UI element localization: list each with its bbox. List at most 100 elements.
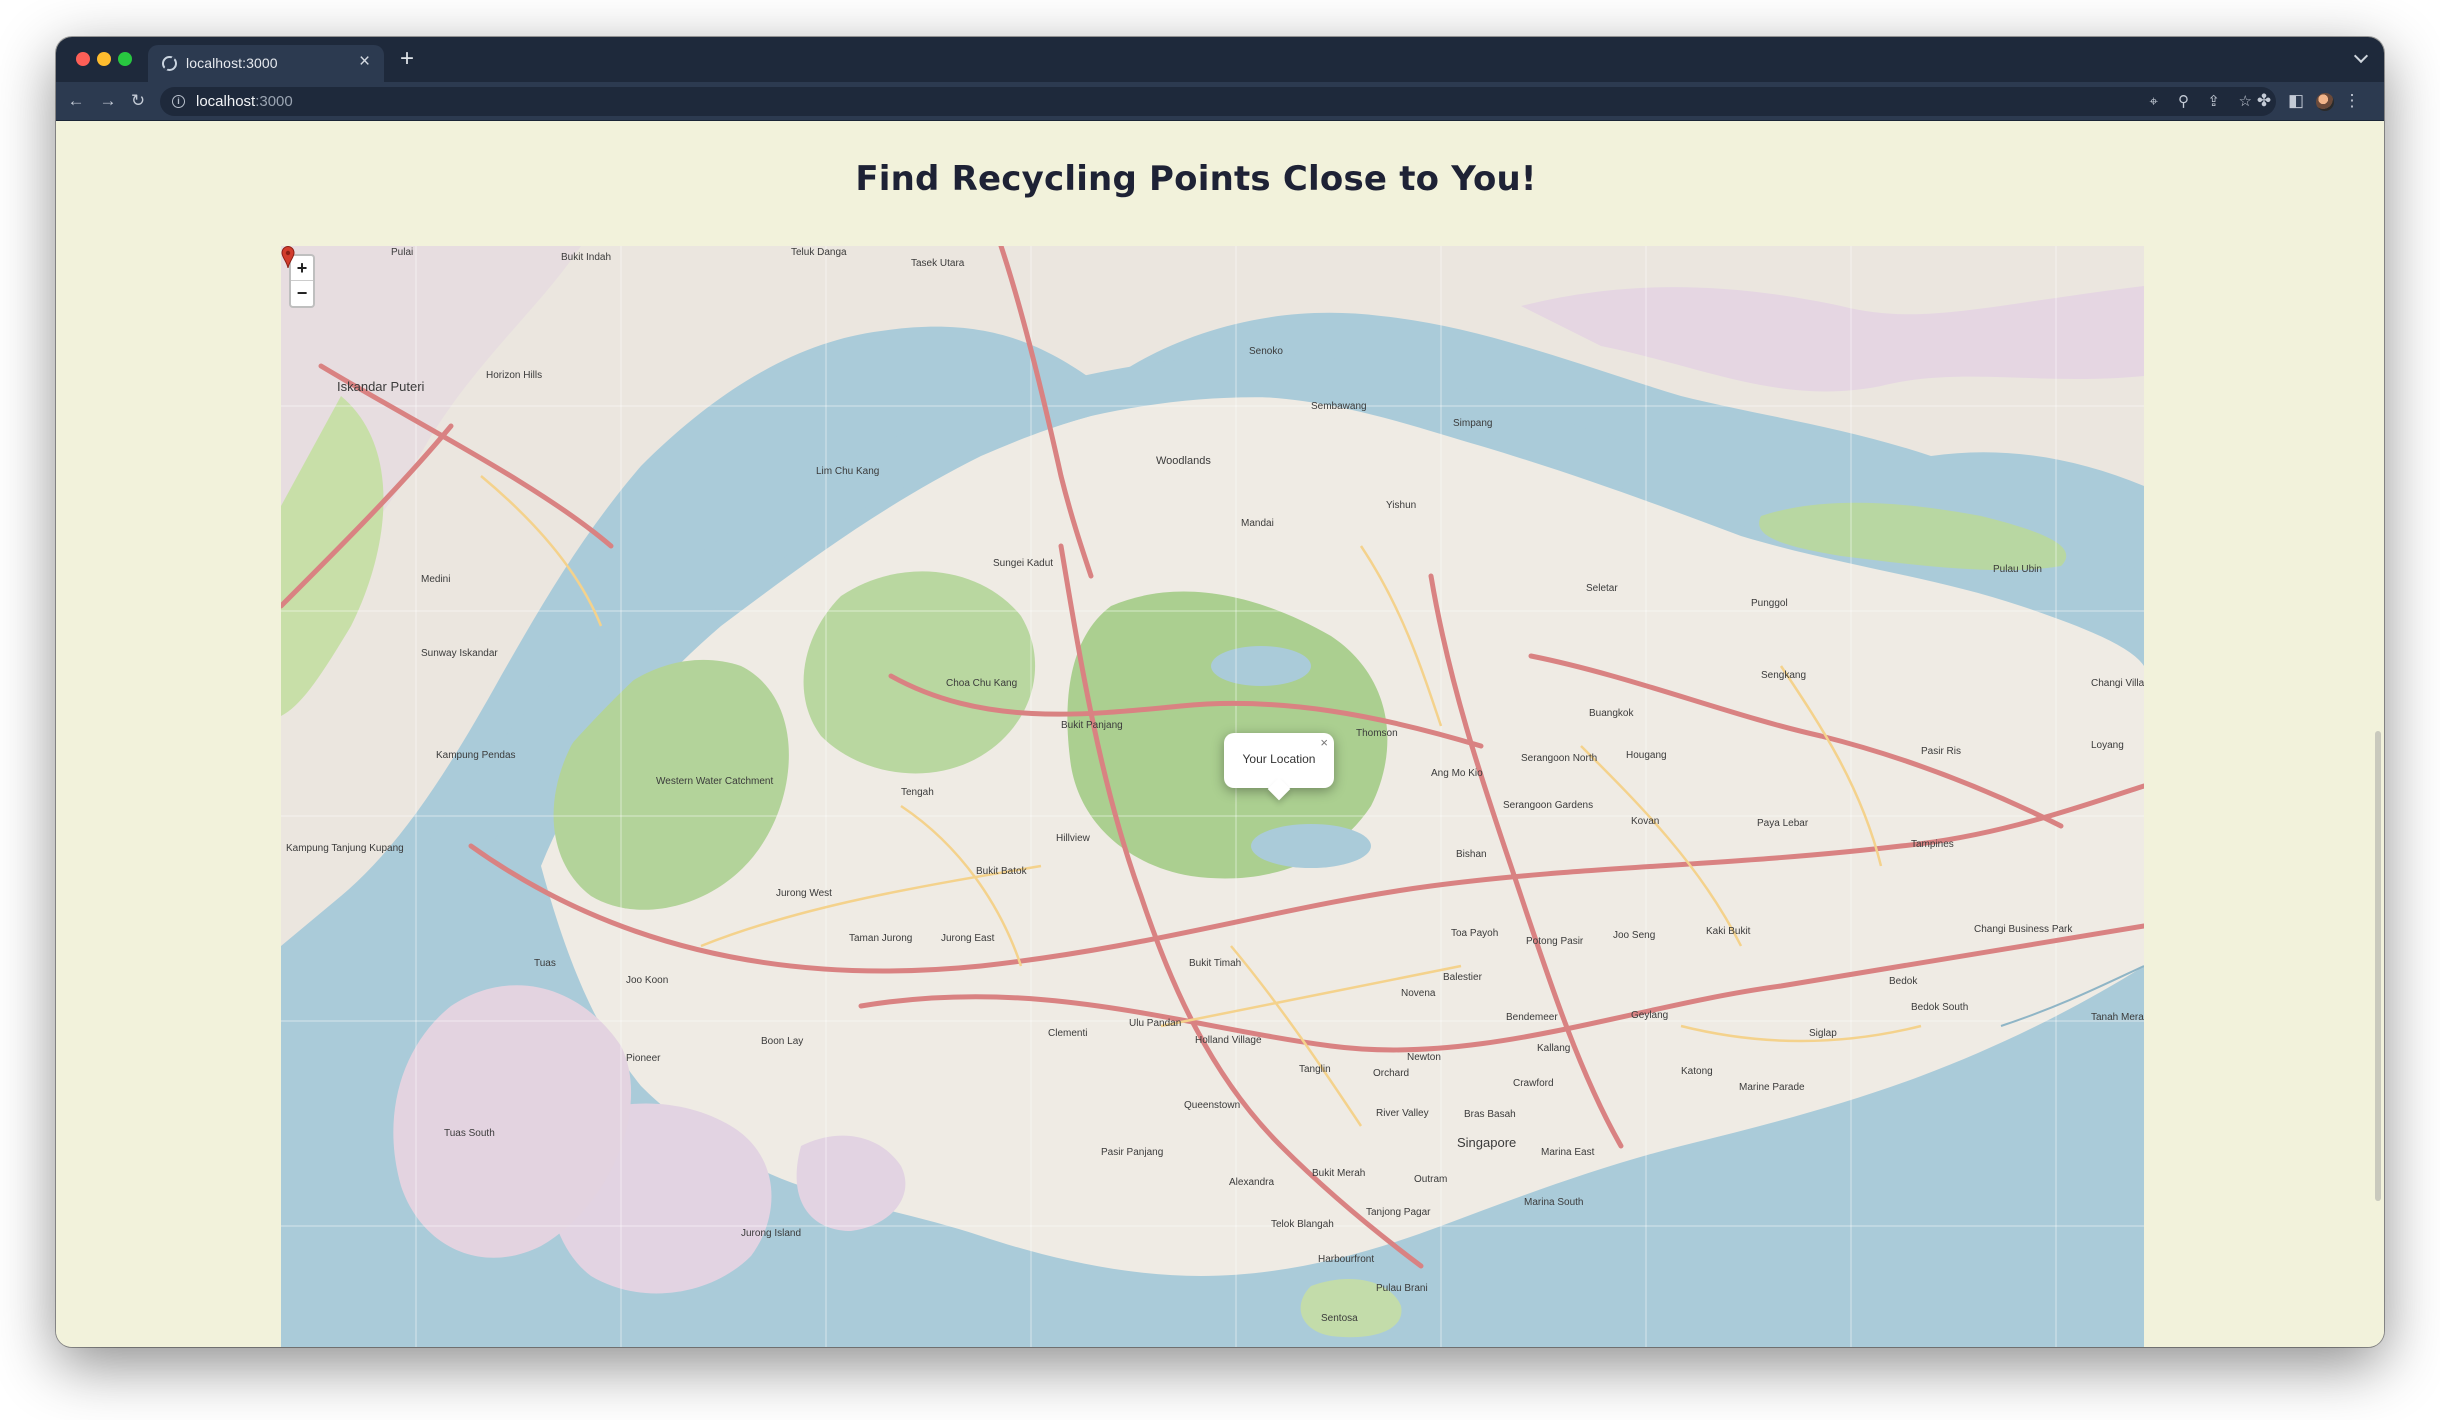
map-label: Bras Basah	[1464, 1109, 1516, 1120]
map-label: Marina South	[1524, 1197, 1583, 1208]
map-label: Bedok South	[1911, 1002, 1968, 1013]
map-label: Harbourfront	[1318, 1254, 1374, 1265]
scrollbar-thumb[interactable]	[2375, 731, 2381, 1201]
map-label: Geylang	[1631, 1010, 1668, 1021]
map-label: Marina East	[1541, 1147, 1595, 1158]
map-label: Pulau Brani	[1376, 1283, 1428, 1294]
map-label: Kovan	[1631, 816, 1659, 827]
globe-icon	[162, 56, 177, 71]
url-port: :3000	[255, 93, 293, 110]
map-label: Senoko	[1249, 346, 1283, 357]
map-label: Western Water Catchment	[656, 776, 773, 787]
map-label: Changi Village	[2091, 678, 2144, 689]
reload-icon[interactable]: ↻	[128, 91, 148, 111]
map-label: Iskandar Puteri	[337, 379, 425, 394]
extensions-puzzle-icon[interactable]: ✤	[2254, 91, 2274, 111]
profile-avatar[interactable]	[2316, 93, 2334, 111]
map-label: Pasir Ris	[1921, 746, 1961, 757]
map-label: Boon Lay	[761, 1036, 803, 1047]
map-label: Buangkok	[1589, 708, 1634, 719]
map-label: Yishun	[1386, 500, 1416, 511]
map-label: Ang Mo Kio	[1431, 768, 1483, 779]
map-label: Outram	[1414, 1174, 1447, 1185]
map-label: Joo Seng	[1613, 930, 1655, 941]
map-label: Ulu Pandan	[1129, 1018, 1181, 1029]
address-bar[interactable]: i localhost:3000 ⌖ ⚲ ⇪ ☆	[160, 87, 2276, 116]
map-label: Changi Business Park	[1974, 924, 2073, 935]
map-label: Pulai	[391, 247, 413, 258]
info-icon[interactable]: i	[172, 95, 185, 108]
page-content: Find Recycling Points Close to You! Pula…	[56, 121, 2384, 1347]
map-label: Marine Parade	[1739, 1082, 1805, 1093]
map-label: Clementi	[1048, 1028, 1087, 1039]
zoom-magnifier-icon[interactable]: ⚲	[2178, 93, 2189, 110]
map-tiles[interactable]: Pulai Bukit Indah Teluk Danga Tasek Utar…	[281, 246, 2144, 1347]
share-icon[interactable]: ⇪	[2207, 93, 2220, 110]
map-label: Kampung Tanjung Kupang	[286, 843, 404, 854]
map-label: Sengkang	[1761, 670, 1806, 681]
map-label: Jurong Island	[741, 1228, 801, 1239]
browser-window: localhost:3000 × + ← → ↻ i localhost:300…	[56, 37, 2384, 1347]
map-label: River Valley	[1376, 1108, 1429, 1119]
location-marker-icon[interactable]	[281, 246, 295, 268]
side-panel-icon[interactable]: ◧	[2286, 91, 2306, 111]
forward-arrow-icon[interactable]: →	[98, 91, 118, 111]
map-label: Pulau Ubin	[1993, 564, 2042, 575]
map-label: Pioneer	[626, 1053, 661, 1064]
map-label: Bishan	[1456, 849, 1487, 860]
map-label: Joo Koon	[626, 975, 668, 986]
page-scrollbar[interactable]	[2372, 121, 2384, 1347]
map-label: Thomson	[1356, 728, 1398, 739]
map-label: Choa Chu Kang	[946, 678, 1017, 689]
map-label: Toa Payoh	[1451, 928, 1498, 939]
map-label: Tanah Merah	[2091, 1012, 2144, 1023]
location-popup: × Your Location	[1224, 733, 1334, 801]
new-tab-button[interactable]: +	[400, 45, 414, 73]
map-label: Tasek Utara	[911, 258, 965, 269]
tab-close-icon[interactable]: ×	[359, 52, 370, 71]
map-label: Kallang	[1537, 1043, 1570, 1054]
tab-strip: localhost:3000 × +	[56, 37, 2384, 82]
map-label: Bedok	[1889, 976, 1918, 987]
map-label: Siglap	[1809, 1028, 1837, 1039]
map-label: Hillview	[1056, 833, 1091, 844]
map-label: Bukit Timah	[1189, 958, 1241, 969]
url-text[interactable]: localhost:3000	[196, 93, 293, 110]
bookmark-star-icon[interactable]: ☆	[2239, 93, 2252, 110]
window-close-button[interactable]	[76, 52, 90, 66]
browser-tab[interactable]: localhost:3000 ×	[148, 45, 384, 82]
window-maximize-button[interactable]	[118, 52, 132, 66]
map-label: Jurong West	[776, 888, 832, 899]
map-label: Telok Blangah	[1271, 1219, 1334, 1230]
map-label: Paya Lebar	[1757, 818, 1809, 829]
tab-title: localhost:3000	[186, 55, 278, 71]
window-minimize-button[interactable]	[97, 52, 111, 66]
menu-kebab-icon[interactable]: ⋮	[2342, 91, 2362, 111]
map-label: Serangoon North	[1521, 753, 1597, 764]
map-label: Katong	[1681, 1066, 1713, 1077]
map-label: Novena	[1401, 988, 1436, 999]
popup-close-icon[interactable]: ×	[1320, 735, 1328, 750]
map-label: Punggol	[1751, 598, 1788, 609]
map-label: Teluk Danga	[791, 247, 847, 258]
tab-search-chevron-icon[interactable]	[2354, 50, 2368, 64]
map-label: Bukit Panjang	[1061, 720, 1123, 731]
map-label: Singapore	[1457, 1135, 1516, 1150]
map-label: Sentosa	[1321, 1313, 1358, 1324]
map-label: Loyang	[2091, 740, 2124, 751]
map-label: Tengah	[901, 787, 934, 798]
back-arrow-icon[interactable]: ←	[66, 91, 86, 111]
location-pin-icon[interactable]: ⌖	[2150, 93, 2158, 110]
map-label: Bukit Merah	[1312, 1168, 1365, 1179]
map-label: Tanjong Pagar	[1366, 1207, 1431, 1218]
map-label: Jurong East	[941, 933, 995, 944]
map-label: Sunway Iskandar	[421, 648, 498, 659]
map-container[interactable]: Pulai Bukit Indah Teluk Danga Tasek Utar…	[281, 246, 2144, 1347]
zoom-out-button[interactable]: −	[291, 281, 313, 306]
map-label: Taman Jurong	[849, 933, 912, 944]
browser-toolbar: ← → ↻ i localhost:3000 ⌖ ⚲ ⇪ ☆ ✤ ◧ ⋮	[56, 82, 2384, 121]
map-label: Alexandra	[1229, 1177, 1274, 1188]
map-label: Crawford	[1513, 1078, 1554, 1089]
map-label: Mandai	[1241, 518, 1274, 529]
map-label: Sungei Kadut	[993, 558, 1053, 569]
